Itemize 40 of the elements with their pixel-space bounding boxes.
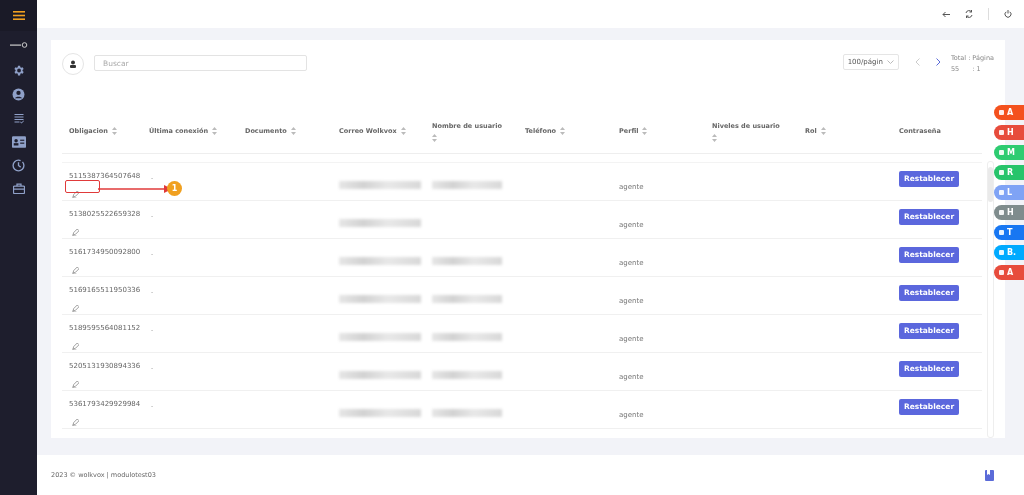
pencil-icon[interactable] bbox=[72, 381, 79, 388]
logo-icon bbox=[9, 42, 28, 48]
user-circle-icon[interactable] bbox=[12, 88, 25, 101]
bookmark-icon[interactable] bbox=[985, 469, 994, 481]
list-icon[interactable] bbox=[12, 112, 25, 125]
sort-icon[interactable] bbox=[432, 133, 437, 142]
briefcase-icon[interactable] bbox=[12, 183, 25, 194]
settings-icon[interactable] bbox=[12, 64, 25, 77]
sort-icon[interactable] bbox=[111, 126, 117, 135]
caret-icon[interactable] bbox=[886, 60, 894, 64]
pencil-icon[interactable] bbox=[72, 267, 79, 274]
menu-icon[interactable] bbox=[12, 11, 25, 20]
pencil-icon[interactable] bbox=[72, 343, 79, 350]
step-badge: 1 bbox=[167, 181, 182, 196]
side-action-button[interactable]: H bbox=[994, 205, 1024, 220]
pencil-icon[interactable] bbox=[72, 305, 79, 312]
sort-icon[interactable] bbox=[820, 126, 826, 135]
sort-icon[interactable] bbox=[400, 126, 406, 135]
sort-icon[interactable] bbox=[712, 133, 717, 142]
side-action-button[interactable]: L bbox=[994, 185, 1024, 200]
side-action-button[interactable]: H bbox=[994, 125, 1024, 140]
id-card-icon[interactable] bbox=[11, 136, 26, 148]
sort-icon[interactable] bbox=[560, 126, 565, 135]
pencil-icon[interactable] bbox=[72, 191, 79, 198]
pencil-icon[interactable] bbox=[72, 419, 79, 426]
side-action-button[interactable]: B. bbox=[994, 245, 1024, 260]
previous-page-icon[interactable] bbox=[914, 58, 920, 66]
power-icon[interactable] bbox=[1004, 10, 1012, 18]
next-page-icon[interactable] bbox=[935, 58, 941, 66]
refresh-icon[interactable] bbox=[965, 10, 973, 18]
side-action-button[interactable]: T bbox=[994, 225, 1024, 240]
sort-icon[interactable] bbox=[642, 126, 648, 135]
side-action-button[interactable]: A bbox=[994, 265, 1024, 280]
back-arrow-icon[interactable] bbox=[942, 10, 950, 18]
side-action-button[interactable]: A bbox=[994, 105, 1024, 120]
clock-icon[interactable] bbox=[12, 159, 25, 172]
scrollbar[interactable] bbox=[987, 161, 994, 438]
pencil-icon[interactable] bbox=[72, 229, 79, 236]
sort-icon[interactable] bbox=[290, 126, 296, 135]
sort-icon[interactable] bbox=[212, 126, 218, 135]
